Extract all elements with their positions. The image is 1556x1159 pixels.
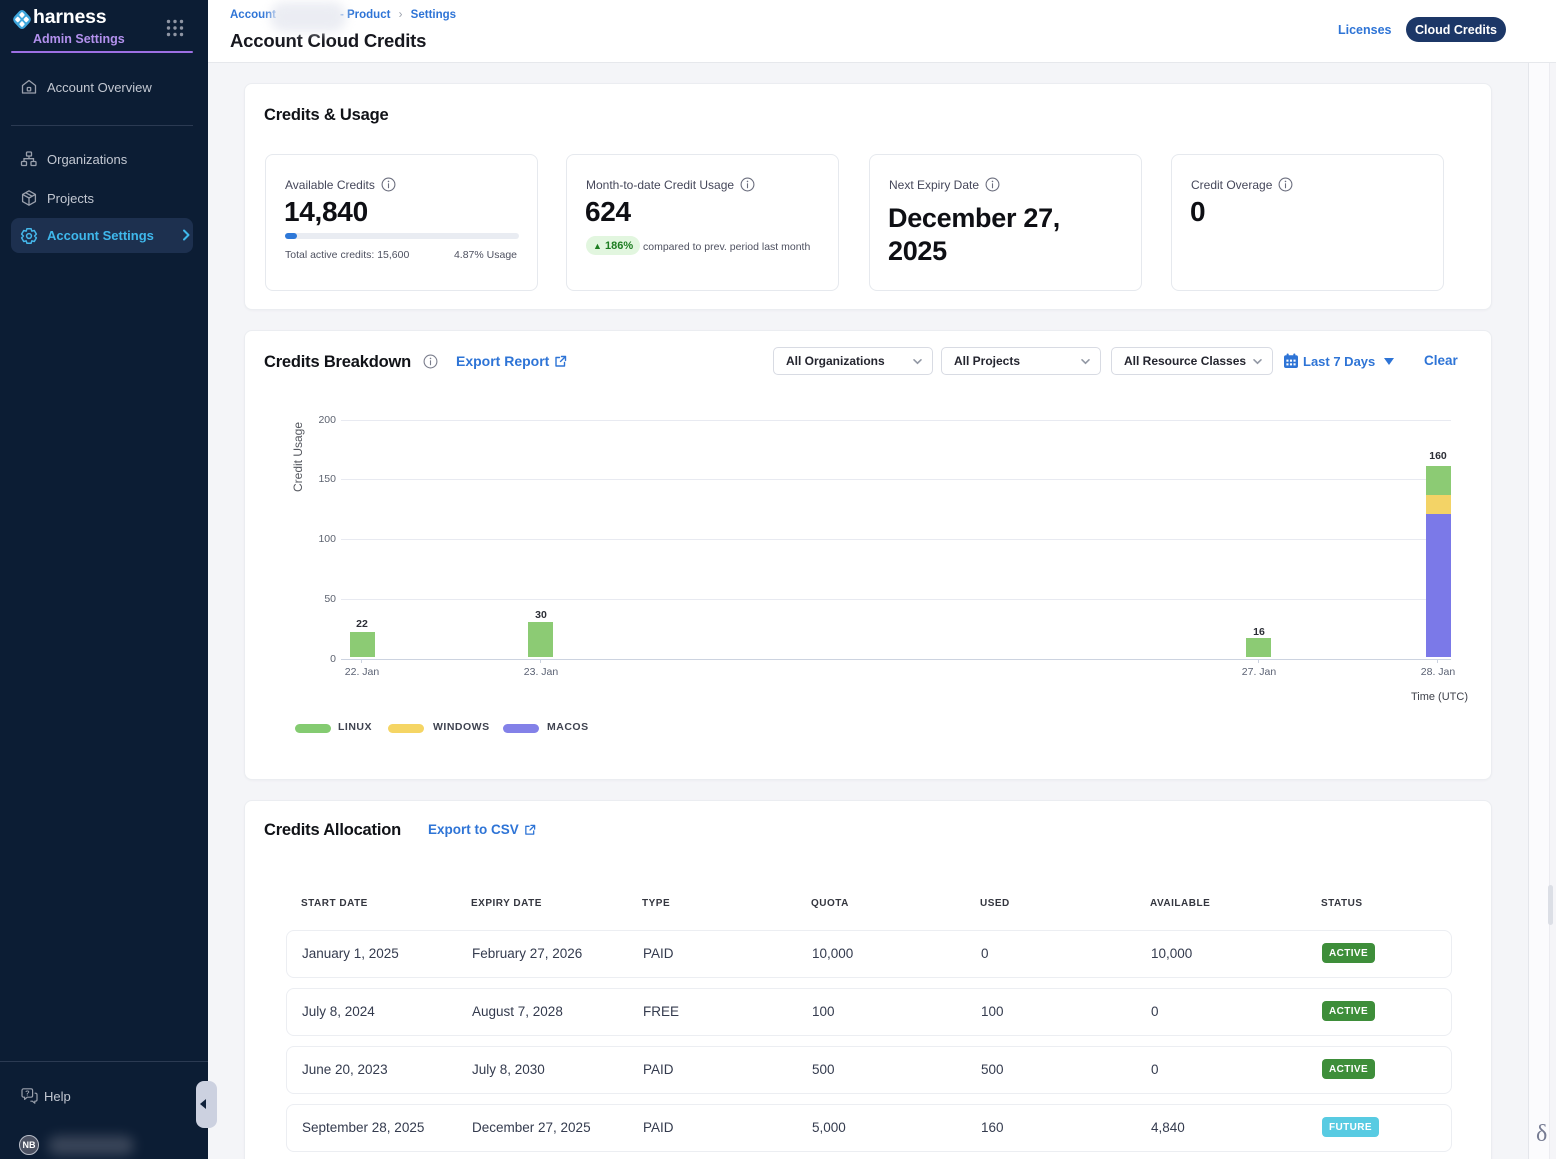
svg-text:?: ?	[25, 1089, 30, 1098]
